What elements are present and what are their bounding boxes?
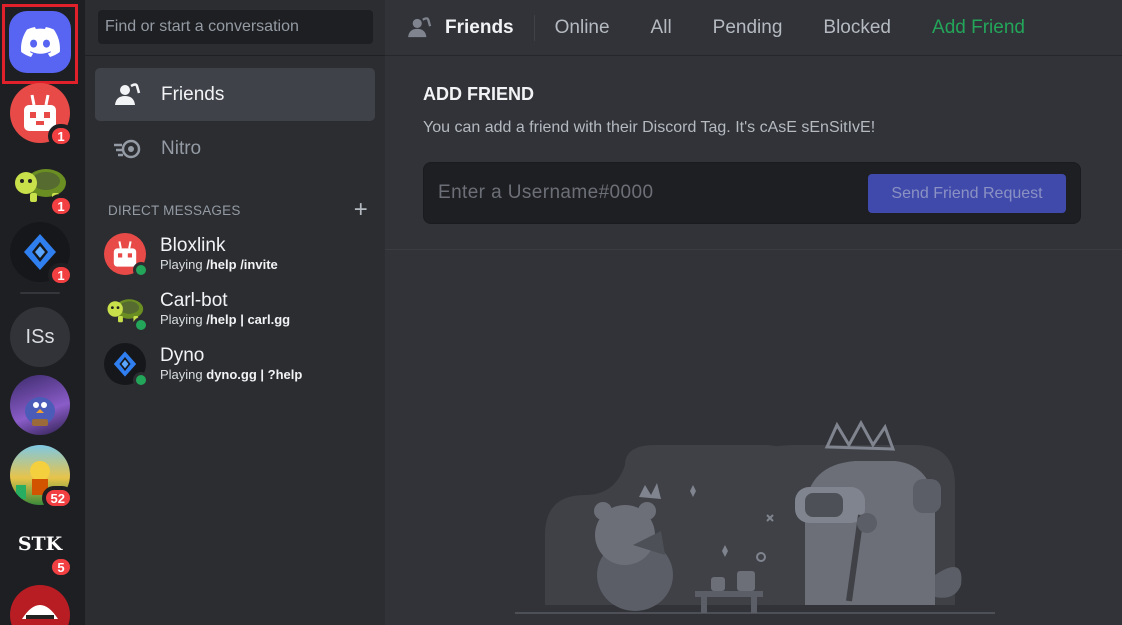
username-input[interactable] (438, 175, 848, 211)
tab-all[interactable]: All (651, 17, 672, 39)
tab-add-friend[interactable]: Add Friend (932, 17, 1025, 39)
dm-status: Playing /help /invite (160, 257, 278, 272)
dm-header-label: DIRECT MESSAGES (108, 202, 241, 218)
dm-status: Playing dyno.gg | ?help (160, 367, 303, 382)
server-iss[interactable]: ISs (10, 307, 70, 367)
avatar (104, 288, 149, 333)
dm-item-dyno[interactable]: Dyno Playing dyno.gg | ?help (104, 339, 374, 389)
friends-icon (111, 80, 145, 110)
server-initials: ISs (10, 307, 70, 367)
server-bloxlink[interactable]: 1 (10, 83, 74, 148)
server-dyno[interactable]: 1 (10, 222, 74, 287)
tab-pending[interactable]: Pending (713, 17, 783, 39)
server-rail: 1 1 1 ISs 52 STK 5 (0, 0, 85, 625)
server-carl-bot[interactable]: 1 (10, 153, 74, 218)
server-football[interactable] (10, 585, 70, 625)
create-dm-button[interactable]: + (354, 198, 368, 222)
dm-status: Playing /help | carl.gg (160, 312, 291, 327)
nav-friends[interactable]: Friends (95, 68, 375, 121)
avatar (104, 233, 149, 278)
server-stk[interactable]: STK 5 (10, 514, 74, 579)
dm-sidebar: Friends Nitro DIRECT MESSAGES + (85, 0, 385, 625)
dm-name: Dyno (160, 345, 205, 366)
bird-avatar-icon (10, 375, 70, 435)
main-content: Friends Online All Pending Blocked Add F… (385, 0, 1122, 625)
divider (385, 249, 1122, 250)
unread-badge: 1 (48, 194, 74, 218)
nav-nitro[interactable]: Nitro (95, 122, 375, 175)
tab-online[interactable]: Online (555, 17, 610, 39)
top-bar: Friends Online All Pending Blocked Add F… (385, 0, 1122, 56)
search-input[interactable] (98, 10, 373, 44)
add-friend-heading: ADD FRIEND (423, 84, 534, 104)
dm-item-carl-bot[interactable]: Carl-bot Playing /help | carl.gg (104, 284, 374, 334)
nav-friends-label: Friends (161, 83, 225, 105)
online-status-icon (133, 372, 149, 388)
unread-badge: 5 (48, 555, 74, 579)
dm-item-bloxlink[interactable]: Bloxlink Playing /help /invite (104, 229, 374, 279)
nitro-icon (111, 134, 145, 164)
online-status-icon (133, 317, 149, 333)
add-friend-form: Send Friend Request (423, 162, 1081, 224)
unread-badge: 52 (41, 486, 74, 510)
home-button[interactable] (9, 11, 71, 73)
unread-badge: 1 (48, 124, 74, 148)
server-bird[interactable] (10, 375, 70, 435)
avatar (104, 343, 149, 388)
divider (533, 14, 535, 41)
add-friend-description: You can add a friend with their Discord … (423, 119, 876, 136)
wumpus-illustration (515, 419, 995, 614)
dm-name: Bloxlink (160, 235, 226, 256)
football-avatar-icon (10, 585, 70, 625)
friends-title-label: Friends (445, 16, 514, 38)
rail-separator (20, 292, 60, 294)
online-status-icon (133, 262, 149, 278)
search-bar (85, 0, 385, 56)
unread-badge: 1 (48, 263, 74, 287)
discord-logo-icon (21, 27, 60, 57)
nav-nitro-label: Nitro (161, 137, 202, 159)
server-cartoon[interactable]: 52 (10, 445, 74, 510)
tab-blocked[interactable]: Blocked (823, 17, 891, 39)
send-friend-request-button[interactable]: Send Friend Request (868, 174, 1066, 213)
dm-name: Carl-bot (160, 290, 228, 311)
friends-title: Friends (385, 0, 514, 56)
dm-section-header: DIRECT MESSAGES + (108, 198, 368, 222)
friends-icon (407, 16, 433, 39)
